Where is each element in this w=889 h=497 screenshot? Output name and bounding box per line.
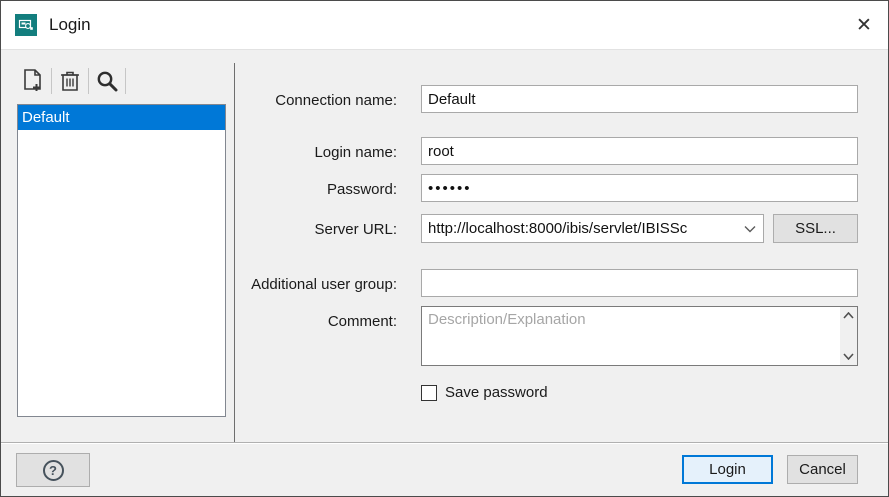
- chevron-down-icon[interactable]: [737, 225, 763, 233]
- toolbar-separator: [125, 68, 126, 94]
- additional-user-group-input[interactable]: [421, 269, 858, 297]
- footer-divider: [1, 442, 888, 444]
- save-password-row: Save password: [421, 384, 548, 401]
- app-logo-icon: [18, 17, 34, 33]
- additional-user-group-label: Additional user group:: [1, 276, 397, 293]
- comment-scrollbar[interactable]: [840, 307, 857, 365]
- comment-label: Comment:: [1, 313, 397, 330]
- save-password-checkbox[interactable]: [421, 385, 437, 401]
- connection-name-label: Connection name:: [1, 92, 397, 109]
- comment-field: [421, 306, 858, 366]
- server-url-label: Server URL:: [1, 221, 397, 238]
- help-button[interactable]: ?: [16, 453, 90, 487]
- cancel-button[interactable]: Cancel: [787, 455, 858, 484]
- trash-icon: [59, 69, 81, 93]
- login-name-input[interactable]: [421, 137, 858, 165]
- connection-name-input[interactable]: [421, 85, 858, 113]
- window-title: Login: [49, 15, 91, 35]
- vertical-divider: [234, 63, 235, 442]
- password-label: Password:: [1, 181, 397, 198]
- password-input[interactable]: [421, 174, 858, 202]
- close-button[interactable]: ✕: [840, 1, 888, 49]
- toolbar-separator: [88, 68, 89, 94]
- title-bar: Login ✕: [1, 1, 888, 50]
- ssl-button[interactable]: SSL...: [773, 214, 858, 243]
- new-document-icon: [21, 68, 45, 94]
- login-dialog: Login ✕: [0, 0, 889, 497]
- server-url-combobox[interactable]: http://localhost:8000/ibis/servlet/IBISS…: [421, 214, 764, 243]
- scroll-down-icon[interactable]: [840, 348, 857, 365]
- search-icon: [95, 69, 119, 93]
- scroll-up-icon[interactable]: [840, 307, 857, 324]
- app-icon: [15, 14, 37, 36]
- login-button[interactable]: Login: [682, 455, 773, 484]
- help-icon: ?: [43, 460, 64, 481]
- toolbar-separator: [51, 68, 52, 94]
- comment-textarea[interactable]: [422, 307, 840, 365]
- server-url-value: http://localhost:8000/ibis/servlet/IBISS…: [422, 220, 737, 237]
- login-name-label: Login name:: [1, 144, 397, 161]
- save-password-label: Save password: [445, 384, 548, 401]
